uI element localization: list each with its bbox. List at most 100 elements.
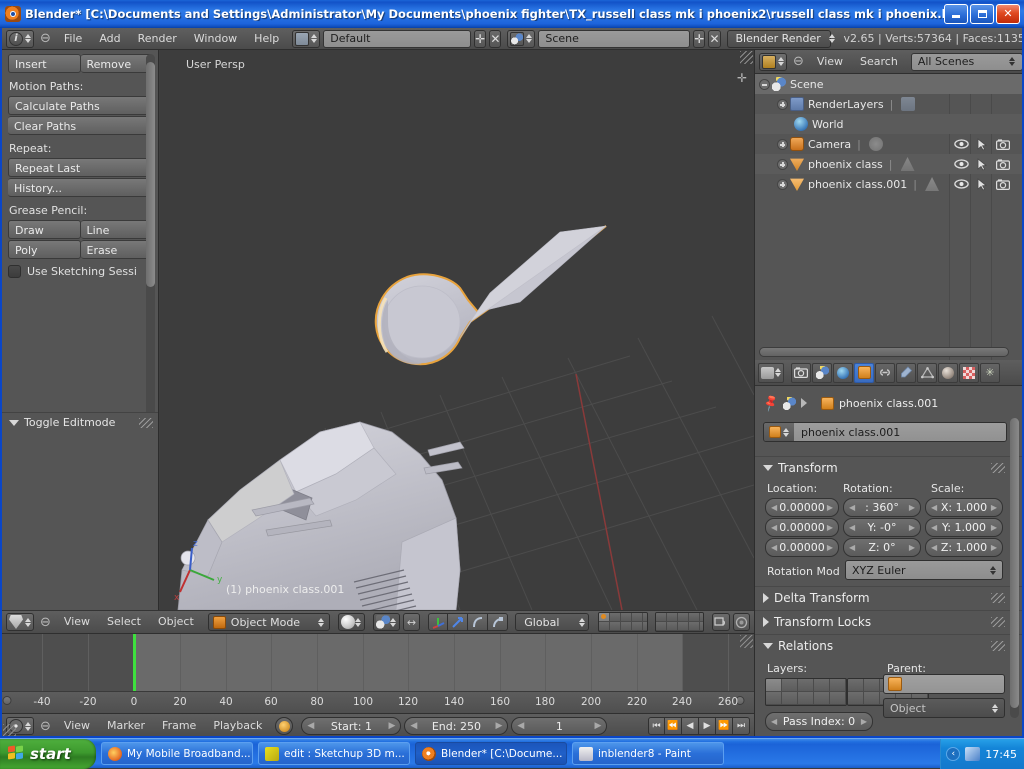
gp-poly-button[interactable]: Poly bbox=[8, 240, 81, 259]
outliner-row-renderlayers[interactable]: RenderLayers | bbox=[755, 94, 1022, 114]
area-corner-grip-icon[interactable] bbox=[740, 635, 753, 648]
start-button[interactable]: start bbox=[0, 739, 96, 769]
outliner-display-mode-dropdown[interactable]: All Scenes bbox=[911, 53, 1022, 71]
relations-panel-header[interactable]: Relations bbox=[755, 634, 1022, 656]
rotate-manipulator-button[interactable] bbox=[448, 613, 468, 631]
restrict-render-toggle[interactable] bbox=[993, 175, 1013, 193]
increment-icon[interactable]: ▶ bbox=[861, 717, 867, 726]
interaction-mode-dropdown[interactable]: Object Mode bbox=[208, 613, 330, 631]
manipulator-toggle-button[interactable]: ↔ bbox=[403, 613, 421, 631]
next-keyframe-button[interactable]: ⏩ bbox=[716, 717, 733, 735]
pin-id-icon[interactable]: 📌 bbox=[761, 393, 781, 413]
material-tab[interactable] bbox=[938, 363, 958, 383]
toolshelf-scrollbar[interactable] bbox=[146, 54, 155, 429]
end-frame-field[interactable]: ◀ End: 250 ▶ bbox=[404, 717, 508, 735]
increment-icon[interactable]: ▶ bbox=[595, 721, 602, 731]
render-preview-button[interactable] bbox=[733, 613, 751, 631]
decrement-icon[interactable]: ◀ bbox=[517, 721, 524, 731]
taskbar-item-my-mobile-broadband[interactable]: My Mobile Broadband... bbox=[101, 742, 253, 765]
play-button[interactable]: ▶ bbox=[699, 717, 716, 735]
timeline-ruler[interactable]: -40 -20 0 20 40 60 80 100 120 140 160 18… bbox=[2, 691, 754, 713]
remove-keyframe-button[interactable]: Remove bbox=[81, 54, 153, 73]
area-corner-grip-icon[interactable] bbox=[740, 51, 753, 64]
editor-type-selector-3dview[interactable] bbox=[6, 613, 34, 631]
rotation-mode-dropdown[interactable]: XYZ Euler bbox=[845, 560, 1003, 580]
scene-layers-second-group[interactable] bbox=[655, 612, 704, 632]
expand-collapse-icon[interactable] bbox=[777, 159, 788, 170]
delete-scene-button[interactable]: ✕ bbox=[708, 30, 720, 48]
maximize-button[interactable] bbox=[970, 4, 994, 24]
outliner-horizontal-scrollbar[interactable] bbox=[759, 347, 1009, 357]
restrict-view-toggle[interactable] bbox=[951, 175, 971, 193]
delete-screen-button[interactable]: ✕ bbox=[489, 30, 501, 48]
properties-scrollbar[interactable] bbox=[1010, 418, 1019, 718]
expand-collapse-icon[interactable] bbox=[777, 99, 788, 110]
pass-index-field[interactable]: ◀ Pass Index: 0 ▶ bbox=[765, 712, 873, 731]
current-frame-field[interactable]: ◀ 1 ▶ bbox=[511, 717, 607, 735]
outliner-row-phoenix-class[interactable]: phoenix class | bbox=[755, 154, 1022, 174]
repeat-last-button[interactable]: Repeat Last bbox=[8, 158, 152, 177]
editor-type-selector-info[interactable]: i bbox=[6, 30, 34, 48]
render-tab[interactable] bbox=[791, 363, 811, 383]
object-tab[interactable] bbox=[854, 363, 874, 383]
screen-layout-browse-button[interactable] bbox=[292, 30, 320, 48]
increment-icon[interactable]: ▶ bbox=[827, 543, 833, 552]
parent-object-field[interactable] bbox=[883, 674, 1005, 694]
taskbar-item-sketchup[interactable]: edit : Sketchup 3D m... bbox=[258, 742, 410, 765]
object-id-chip[interactable] bbox=[764, 423, 794, 441]
parent-type-dropdown[interactable]: Object bbox=[883, 698, 1005, 718]
expand-collapse-icon[interactable] bbox=[777, 139, 788, 150]
tl-menu-frame[interactable]: Frame bbox=[155, 717, 203, 735]
increment-icon[interactable]: ▶ bbox=[496, 721, 503, 731]
collapse-menus-icon[interactable]: ⊖ bbox=[37, 719, 54, 734]
restrict-render-toggle[interactable] bbox=[993, 155, 1013, 173]
editor-type-selector-outliner[interactable] bbox=[759, 53, 787, 71]
collapse-menus-icon[interactable]: ⊖ bbox=[790, 54, 807, 69]
menu-render[interactable]: Render bbox=[131, 30, 184, 48]
increment-icon[interactable]: ▶ bbox=[991, 503, 997, 512]
outliner-row-world[interactable]: World bbox=[755, 114, 1022, 134]
vp-menu-view[interactable]: View bbox=[57, 613, 97, 631]
scrollbar-thumb[interactable] bbox=[1010, 418, 1019, 708]
restrict-render-toggle[interactable] bbox=[993, 135, 1013, 153]
viewport-properties-toggle-icon[interactable]: ✛ bbox=[736, 72, 748, 84]
start-frame-field[interactable]: ◀ Start: 1 ▶ bbox=[301, 717, 401, 735]
ol-menu-view[interactable]: View bbox=[810, 53, 850, 71]
outliner-row-camera[interactable]: Camera | bbox=[755, 134, 1022, 154]
viewport-shading-dropdown[interactable] bbox=[338, 613, 365, 631]
menu-file[interactable]: File bbox=[57, 30, 89, 48]
scale-manipulator-button[interactable] bbox=[488, 613, 508, 631]
gp-line-button[interactable]: Line bbox=[81, 220, 153, 239]
use-preview-range-button[interactable] bbox=[275, 717, 293, 735]
previous-keyframe-button[interactable]: ⏪ bbox=[665, 717, 682, 735]
increment-icon[interactable]: ▶ bbox=[389, 721, 396, 731]
increment-icon[interactable]: ▶ bbox=[909, 523, 915, 532]
editor-type-selector-properties[interactable] bbox=[758, 363, 784, 383]
screen-layout-field[interactable]: Default bbox=[323, 30, 471, 48]
play-reverse-button[interactable]: ◀ bbox=[682, 717, 699, 735]
decrement-icon[interactable]: ◀ bbox=[410, 721, 417, 731]
increment-icon[interactable]: ▶ bbox=[991, 543, 997, 552]
expand-collapse-icon[interactable] bbox=[759, 79, 770, 90]
modifiers-tab[interactable] bbox=[896, 363, 916, 383]
scale-x-field[interactable]: ◀ X: 1.000 ▶ bbox=[925, 498, 1003, 517]
tl-menu-playback[interactable]: Playback bbox=[206, 717, 269, 735]
use-sketching-sessions-row[interactable]: Use Sketching Sessi bbox=[8, 265, 152, 278]
close-button[interactable]: ✕ bbox=[996, 4, 1020, 24]
restrict-select-toggle[interactable] bbox=[972, 155, 992, 173]
transform-orientation-dropdown[interactable]: Global bbox=[515, 613, 589, 631]
collapse-menus-icon[interactable]: ⊖ bbox=[37, 31, 54, 46]
location-y-field[interactable]: ◀ 0.00000 ▶ bbox=[765, 518, 839, 537]
outliner-row-phoenix-class-001[interactable]: phoenix class.001 | bbox=[755, 174, 1022, 194]
network-icon[interactable] bbox=[965, 747, 980, 761]
texture-tab[interactable] bbox=[959, 363, 979, 383]
use-sketching-sessions-checkbox[interactable] bbox=[8, 265, 21, 278]
transform-locks-panel-header[interactable]: Transform Locks bbox=[755, 610, 1022, 632]
gp-draw-button[interactable]: Draw bbox=[8, 220, 81, 239]
vp-menu-object[interactable]: Object bbox=[151, 613, 201, 631]
menu-window[interactable]: Window bbox=[187, 30, 244, 48]
data-tab[interactable] bbox=[917, 363, 937, 383]
scale-y-field[interactable]: ◀ Y: 1.000 ▶ bbox=[925, 518, 1003, 537]
clear-paths-button[interactable]: Clear Paths bbox=[8, 116, 152, 135]
show-hidden-icons-icon[interactable]: ‹ bbox=[946, 747, 960, 761]
